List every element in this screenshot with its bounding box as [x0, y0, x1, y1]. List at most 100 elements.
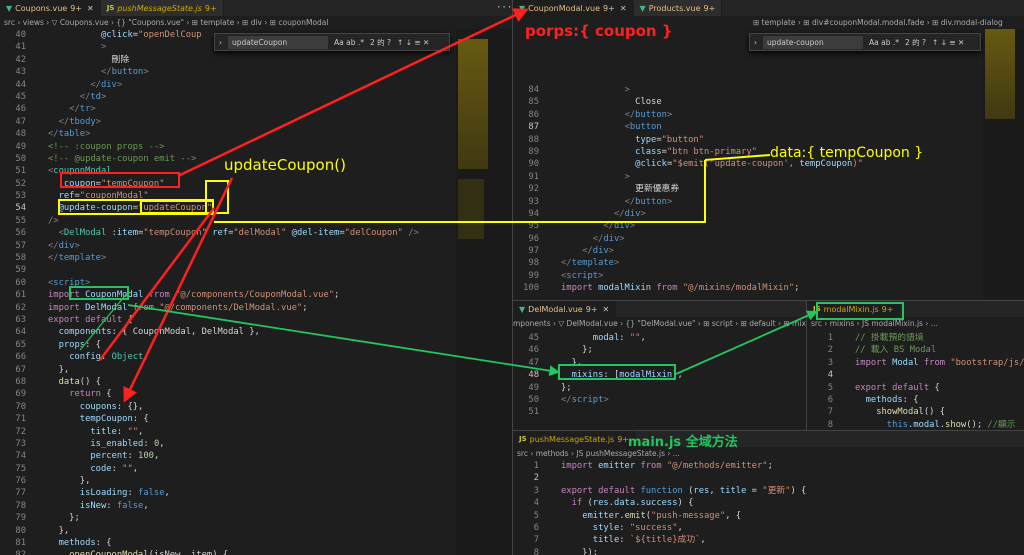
code-line[interactable]: 42 刪除: [0, 54, 512, 66]
code-line[interactable]: 49};: [513, 382, 806, 394]
find-options[interactable]: Aa ab .*: [334, 38, 364, 47]
pushmessage-tabbar: JS pushMessageState.js 9+: [513, 431, 1024, 447]
code-line[interactable]: 74 percent: 100,: [0, 450, 512, 462]
code-line[interactable]: 2 // 載入 BS Modal: [807, 344, 1024, 356]
code-line[interactable]: 76 },: [0, 475, 512, 487]
code-line[interactable]: 46 };: [513, 344, 806, 356]
code-line[interactable]: 95 </div>: [513, 220, 1024, 232]
code-line[interactable]: 8 });: [513, 547, 1024, 555]
code-line[interactable]: 57 </div>: [0, 240, 512, 252]
code-line[interactable]: 6 style: "success",: [513, 522, 1024, 534]
code-line[interactable]: 67 },: [0, 364, 512, 376]
code-line[interactable]: 4 if (res.data.success) {: [513, 497, 1024, 509]
code-line[interactable]: 82 openCouponModal(isNew, item) {: [0, 549, 512, 555]
code-line[interactable]: 48 </table>: [0, 128, 512, 140]
minimap[interactable]: [456, 29, 512, 555]
find-options[interactable]: Aa ab .*: [869, 38, 899, 47]
code-line[interactable]: 73 is_enabled: 0,: [0, 438, 512, 450]
code-text: </div>: [90, 79, 123, 90]
code-line[interactable]: 78 isNew: false,: [0, 500, 512, 512]
code-line[interactable]: 45 </td>: [0, 91, 512, 103]
code-line[interactable]: 93 </button>: [513, 196, 1024, 208]
tab-products-vue[interactable]: ▼ Products.vue 9+: [633, 0, 723, 16]
code-line[interactable]: 92 更新優惠券: [513, 183, 1024, 195]
code-line[interactable]: 88 type="button": [513, 134, 1024, 146]
line-number: 8: [533, 547, 539, 555]
line-number: 90: [528, 159, 539, 170]
tab-delmodal-vue[interactable]: ▼ DelModal.vue 9+ ✕: [513, 301, 617, 317]
find-nav-buttons[interactable]: ↑ ↓ ≡ ✕: [397, 38, 429, 47]
code-line[interactable]: 46 </tr>: [0, 103, 512, 115]
code-line[interactable]: 65 props: {: [0, 339, 512, 351]
code-line[interactable]: 7 showModal() {: [807, 406, 1024, 418]
code-line[interactable]: 94 </div>: [513, 208, 1024, 220]
find-nav-buttons[interactable]: ↑ ↓ ≡ ✕: [932, 38, 964, 47]
code-line[interactable]: 75 code: "",: [0, 463, 512, 475]
line-number: 66: [15, 352, 26, 363]
code-line[interactable]: 80 },: [0, 525, 512, 537]
code-line[interactable]: 70 coupons: {},: [0, 401, 512, 413]
find-input[interactable]: update-coupon: [763, 35, 863, 49]
code-line[interactable]: 5 emitter.emit("push-message", {: [513, 510, 1024, 522]
code-line[interactable]: 97 </div>: [513, 245, 1024, 257]
code-line[interactable]: 72 title: "",: [0, 426, 512, 438]
code-line[interactable]: 47 </tbody>: [0, 116, 512, 128]
find-input[interactable]: updateCoupon: [228, 35, 328, 49]
close-icon[interactable]: ✕: [603, 305, 610, 314]
code-line[interactable]: 1 // 掛載預的語境: [807, 332, 1024, 344]
code-line[interactable]: 99 <script>: [513, 270, 1024, 282]
code-line[interactable]: 7 title: `${title}成功`,: [513, 534, 1024, 546]
tab-couponmodal-vue[interactable]: ▼ CouponModal.vue 9+ ✕: [513, 0, 634, 16]
close-icon[interactable]: ✕: [620, 4, 627, 13]
code-line[interactable]: 1 import emitter from "@/methods/emitter"…: [513, 460, 1024, 472]
code-line[interactable]: 55 />: [0, 215, 512, 227]
code-line[interactable]: 77 isLoading: false,: [0, 487, 512, 499]
chevron-right-icon[interactable]: ›: [219, 38, 222, 47]
code-line[interactable]: 90 @click="$emit('update-coupon', tempCo…: [513, 158, 1024, 170]
code-line[interactable]: 58 </template>: [0, 252, 512, 264]
close-icon[interactable]: ✕: [87, 4, 94, 13]
code-line[interactable]: 50 </script>: [513, 394, 806, 406]
code-line[interactable]: 86 </button>: [513, 109, 1024, 121]
code-line[interactable]: 79 };: [0, 512, 512, 524]
code-line[interactable]: 43 </button>: [0, 66, 512, 78]
code-line[interactable]: 5 export default {: [807, 382, 1024, 394]
code-line[interactable]: 64 components: { CouponModal, DelModal }…: [0, 326, 512, 338]
code-line[interactable]: 62 import DelModal from "@/components/Del…: [0, 302, 512, 314]
code-line[interactable]: 91 >: [513, 171, 1024, 183]
code-line[interactable]: 66 config: Object,: [0, 351, 512, 363]
tab-pushmessagestate-js[interactable]: JS pushMessageState.js 9+: [513, 431, 637, 447]
code-line[interactable]: 98 </template>: [513, 257, 1024, 269]
code-line[interactable]: 63 export default {: [0, 314, 512, 326]
code-line[interactable]: 44 </div>: [0, 79, 512, 91]
code-line[interactable]: 89 class="btn btn-primary": [513, 146, 1024, 158]
code-line[interactable]: 59: [0, 264, 512, 276]
left-editor-actions[interactable]: ···: [496, 0, 512, 16]
chevron-right-icon[interactable]: ›: [754, 38, 757, 47]
minimap[interactable]: [983, 29, 1024, 300]
code-line[interactable]: 8 this.modal.show(); //顯示: [807, 419, 1024, 430]
code-line[interactable]: 68 data() {: [0, 376, 512, 388]
code-line[interactable]: 81 methods: {: [0, 537, 512, 549]
code-line[interactable]: 100 import modalMixin from "@/mixins/moda…: [513, 282, 1024, 294]
code-line[interactable]: 51: [513, 406, 806, 418]
code-line[interactable]: 3 export default function (res, title = "…: [513, 485, 1024, 497]
line-number: 48: [528, 370, 539, 381]
code-line[interactable]: 71 tempCoupon: {: [0, 413, 512, 425]
code-line[interactable]: 45 modal: "",: [513, 332, 806, 344]
tab-coupons-vue[interactable]: ▼ Coupons.vue 9+ ✕: [0, 0, 101, 16]
code-line[interactable]: 4: [807, 369, 1024, 381]
code-line[interactable]: 85 Close: [513, 96, 1024, 108]
code-line[interactable]: 56 <DelModal :item="tempCoupon" ref="del…: [0, 227, 512, 239]
more-icon[interactable]: ···: [496, 3, 512, 13]
code-line[interactable]: 84 >: [513, 84, 1024, 96]
code-line[interactable]: 96 </div>: [513, 233, 1024, 245]
code-line[interactable]: 87 <button: [513, 121, 1024, 133]
code-text: </tbody>: [58, 116, 101, 127]
code-line[interactable]: 6 methods: {: [807, 394, 1024, 406]
tab-pushmessagestate-js[interactable]: JS pushMessageState.js 9+: [100, 0, 224, 16]
code-line[interactable]: 49 <!-- :coupon props -->: [0, 141, 512, 153]
code-line[interactable]: 3 import Modal from "bootstrap/js/dis: [807, 357, 1024, 369]
code-line[interactable]: 69 return {: [0, 388, 512, 400]
code-line[interactable]: 2: [513, 472, 1024, 484]
